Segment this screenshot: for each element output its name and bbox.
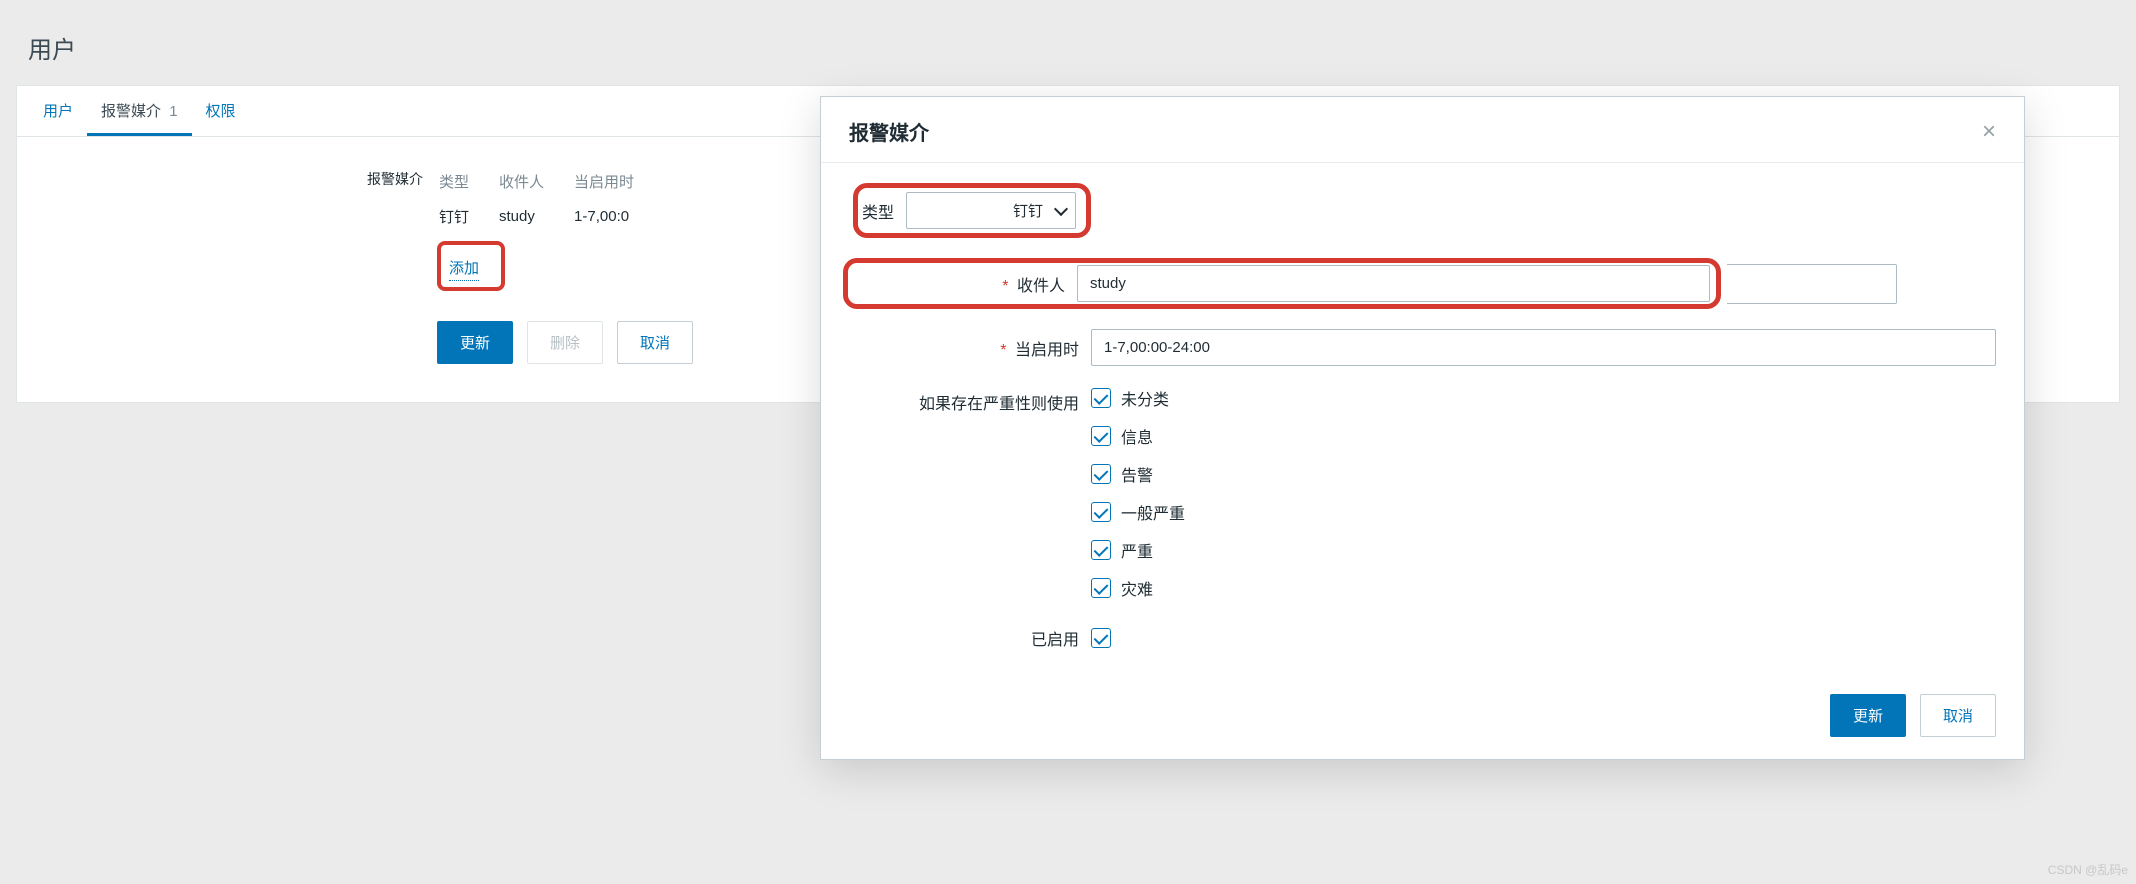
severity-label-4: 严重 <box>1121 538 1153 562</box>
severity-item-disaster: 灾难 <box>1091 576 1996 600</box>
severity-label-5: 灾难 <box>1121 576 1153 600</box>
when-row: * 当启用时 <box>849 329 1996 366</box>
modal-cancel-button[interactable]: 取消 <box>1920 694 1996 737</box>
enabled-row: 已启用 <box>849 626 1996 650</box>
media-modal: 报警媒介 × 类型 钉钉 * 收件人 <box>820 96 2025 760</box>
checkbox-enabled[interactable] <box>1091 628 1111 648</box>
page-title: 用户 <box>0 0 2136 85</box>
severity-item-not-classified: 未分类 <box>1091 386 1996 410</box>
severity-item-average: 一般严重 <box>1091 500 1996 524</box>
type-label: 类型 <box>862 199 894 223</box>
severity-label: 如果存在严重性则使用 <box>849 386 1091 414</box>
sendto-highlight: * 收件人 <box>843 258 1721 309</box>
close-icon[interactable]: × <box>1982 120 1996 144</box>
required-mark: * <box>1002 278 1008 295</box>
cell-when: 1-7,00:0 <box>574 200 662 233</box>
type-select[interactable]: 钉钉 <box>906 192 1076 229</box>
type-select-value: 钉钉 <box>906 192 1076 229</box>
severity-item-information: 信息 <box>1091 424 1996 448</box>
col-type: 类型 <box>439 165 497 198</box>
modal-body: 类型 钉钉 * 收件人 <box>821 163 2024 680</box>
severity-label-0: 未分类 <box>1121 386 1169 410</box>
col-sendto: 收件人 <box>499 165 572 198</box>
tab-user[interactable]: 用户 <box>29 86 87 136</box>
watermark: CSDN @乱码e <box>2048 861 2128 878</box>
type-highlight: 类型 钉钉 <box>853 183 1091 238</box>
sendto-input[interactable] <box>1077 265 1710 302</box>
severity-list: 未分类 信息 告警 一般严重 <box>1091 386 1996 600</box>
checkbox-high[interactable] <box>1091 540 1111 560</box>
modal-header: 报警媒介 × <box>821 97 2024 163</box>
tab-media-label: 报警媒介 <box>101 103 161 120</box>
media-section-label: 报警媒介 <box>57 163 437 189</box>
cell-sendto: study <box>499 200 572 233</box>
cancel-button[interactable]: 取消 <box>617 321 693 364</box>
severity-item-high: 严重 <box>1091 538 1996 562</box>
sendto-row: * 收件人 <box>843 258 1996 309</box>
severity-label-2: 告警 <box>1121 462 1153 486</box>
tab-media[interactable]: 报警媒介 1 <box>87 86 192 136</box>
severity-item-warning: 告警 <box>1091 462 1996 486</box>
checkbox-warning[interactable] <box>1091 464 1111 484</box>
add-highlight: 添加 <box>437 241 505 291</box>
severity-row: 如果存在严重性则使用 未分类 信息 告警 <box>849 386 1996 600</box>
sendto-label: 收件人 <box>1017 278 1065 295</box>
when-label: 当启用时 <box>1015 342 1079 359</box>
sendto-label-wrap: * 收件人 <box>854 272 1077 296</box>
modal-footer: 更新 取消 <box>821 680 2024 759</box>
severity-label-1: 信息 <box>1121 424 1153 448</box>
table-header-row: 类型 收件人 当启用时 <box>439 165 662 198</box>
tab-permissions[interactable]: 权限 <box>192 86 250 136</box>
update-button[interactable]: 更新 <box>437 321 513 364</box>
severity-label-3: 一般严重 <box>1121 500 1185 524</box>
delete-button: 删除 <box>527 321 603 364</box>
type-row: 类型 钉钉 <box>849 183 1996 238</box>
required-mark: * <box>1000 342 1006 359</box>
when-input[interactable] <box>1091 329 1996 366</box>
table-row: 钉钉 study 1-7,00:0 <box>439 200 662 233</box>
checkbox-information[interactable] <box>1091 426 1111 446</box>
modal-title: 报警媒介 <box>849 117 929 146</box>
checkbox-not-classified[interactable] <box>1091 388 1111 408</box>
checkbox-average[interactable] <box>1091 502 1111 522</box>
cell-type: 钉钉 <box>439 200 497 233</box>
checkbox-disaster[interactable] <box>1091 578 1111 598</box>
media-table: 类型 收件人 当启用时 钉钉 study 1-7,00:0 <box>437 163 664 235</box>
tab-media-count: 1 <box>169 103 177 120</box>
col-when: 当启用时 <box>574 165 662 198</box>
modal-update-button[interactable]: 更新 <box>1830 694 1906 737</box>
enabled-label: 已启用 <box>849 626 1091 650</box>
add-media-link[interactable]: 添加 <box>449 257 479 281</box>
